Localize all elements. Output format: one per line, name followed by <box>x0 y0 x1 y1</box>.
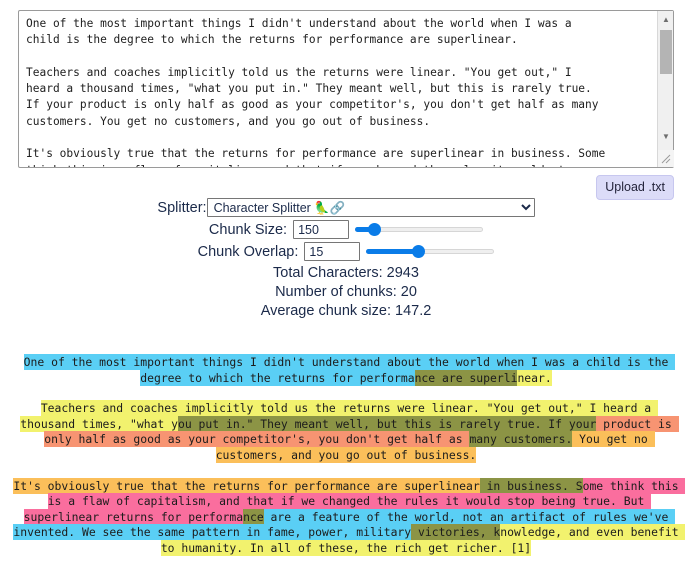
chunk-size-row: Chunk Size: <box>0 220 692 239</box>
chunk-segment: ou put in." They meant well, but this is… <box>177 415 597 432</box>
chunk-segment: near. <box>517 369 552 386</box>
source-text-container: One of the most important things I didn'… <box>18 10 674 168</box>
textarea-scrollbar[interactable]: ▲ ▼ <box>657 11 674 167</box>
chunk-overlap-input[interactable] <box>304 242 361 261</box>
upload-txt-button[interactable]: Upload .txt <box>596 175 674 200</box>
para-2: Teachers and coaches implicitly told us … <box>12 400 680 463</box>
scroll-down-icon[interactable]: ▼ <box>658 128 674 145</box>
chunk-size-input[interactable] <box>293 220 350 239</box>
stats-block: Total Characters: 2943 Number of chunks:… <box>0 264 692 321</box>
para-1: One of the most important things I didn'… <box>12 354 680 386</box>
chunk-overlap-row: Chunk Overlap: <box>0 242 692 261</box>
splitter-select[interactable]: Character Splitter 🦜🔗 <box>206 198 535 217</box>
chunk-segment: in business. S <box>479 477 583 494</box>
chunk-overlap-slider-fill <box>366 249 418 254</box>
source-text-input[interactable]: One of the most important things I didn'… <box>18 10 674 168</box>
resize-grip-icon[interactable] <box>658 150 674 167</box>
number-of-chunks-stat: Number of chunks: 20 <box>275 284 417 300</box>
controls-panel: Splitter: Character Splitter 🦜🔗 Chunk Si… <box>0 198 692 321</box>
chunk-segment: It's obviously true that the returns for… <box>13 477 480 494</box>
chunk-overlap-label: Chunk Overlap: <box>197 243 299 260</box>
average-chunk-size-stat: Average chunk size: 147.2 <box>260 303 432 319</box>
total-characters-stat: Total Characters: 2943 <box>273 265 419 281</box>
chunk-size-slider-thumb[interactable] <box>368 223 382 236</box>
splitter-row: Splitter: Character Splitter 🦜🔗 <box>0 198 692 217</box>
chunk-visualization: One of the most important things I didn'… <box>12 354 686 572</box>
chunk-segment: One of the most important things I didn'… <box>23 354 676 386</box>
chunk-overlap-slider-thumb[interactable] <box>411 245 425 258</box>
chunk-size-slider[interactable] <box>355 220 484 239</box>
splitter-label: Splitter: <box>157 199 207 216</box>
chunk-segment: victories, k <box>411 524 501 541</box>
scrollbar-thumb[interactable] <box>660 30 672 74</box>
chunk-segment: nce <box>243 508 264 525</box>
para-3: It's obviously true that the returns for… <box>12 477 686 557</box>
chunk-segment: nce are superli <box>414 369 518 386</box>
scroll-up-icon[interactable]: ▲ <box>658 11 674 28</box>
chunk-overlap-slider[interactable] <box>366 242 495 261</box>
chunk-size-label: Chunk Size: <box>208 221 288 238</box>
chunk-segment: many customers. <box>469 431 573 448</box>
